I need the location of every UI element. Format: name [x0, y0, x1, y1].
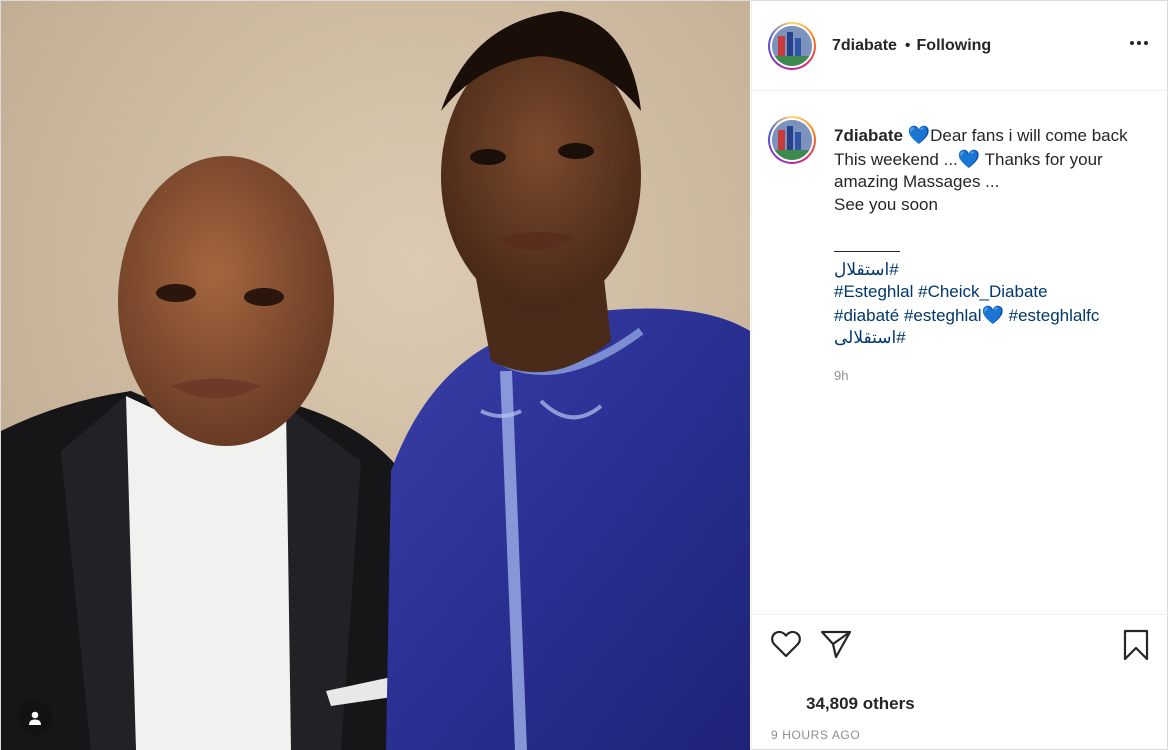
caption-row: 7diabate 💙Dear fans i will come back Thi… [768, 116, 1152, 387]
hashtag-link[interactable]: #Cheick_Diabate [918, 282, 1047, 301]
like-button[interactable] [770, 629, 802, 664]
caption-username[interactable]: 7diabate [834, 126, 903, 145]
share-button[interactable] [820, 629, 852, 664]
caption-line-4: See you soon [834, 194, 938, 214]
post-header: 7diabate • Following [752, 1, 1168, 91]
hashtag-link[interactable]: #استقلال [834, 260, 899, 279]
blue-heart-emoji: 💙 [907, 125, 931, 145]
heart-outline-icon [771, 630, 801, 658]
more-options-icon-dot [1137, 41, 1141, 45]
caption-line-2a: This weekend ... [834, 149, 958, 169]
action-icon-row [752, 615, 1168, 675]
hashtag-link[interactable]: #esteghlalfc [1009, 306, 1100, 325]
hashtag-link[interactable]: #esteghlal [904, 306, 982, 325]
post-photo[interactable] [1, 1, 750, 750]
hashtag-link[interactable]: #استقلالی [834, 328, 906, 347]
following-button[interactable]: Following [917, 37, 992, 55]
post-timestamp[interactable]: 9 hours ago [771, 728, 860, 742]
caption-divider [834, 238, 900, 252]
user-icon [28, 711, 41, 725]
caption-line-3: amazing Massages ... [834, 172, 1000, 191]
post-side-panel: 7diabate • Following 7diabate 💙Dear fans… [751, 1, 1168, 750]
post-image [1, 1, 750, 750]
more-options-button[interactable] [1128, 35, 1150, 51]
more-options-icon-dot [1144, 41, 1148, 45]
post-actions: 34,809 others 9 hours ago [752, 614, 1168, 750]
blue-heart-emoji: 💙 [981, 304, 1004, 325]
caption-line-2b: Thanks for your [980, 149, 1103, 169]
comments-section: 7diabate 💙Dear fans i will come back Thi… [752, 92, 1168, 614]
caption-text: 7diabate 💙Dear fans i will come back Thi… [834, 124, 1134, 387]
avatar-image [772, 120, 812, 160]
caption-avatar[interactable] [768, 116, 816, 164]
hashtag-link[interactable]: #Esteghlal [834, 282, 913, 301]
more-options-icon [1130, 41, 1134, 45]
separator-dot: • [904, 36, 911, 54]
caption-line-1: Dear fans i will come back [930, 126, 1128, 145]
blue-heart-emoji: 💙 [957, 148, 981, 169]
avatar[interactable] [768, 21, 816, 70]
bookmark-icon [1123, 629, 1149, 661]
paper-plane-icon [820, 630, 852, 659]
instagram-post: 7diabate • Following 7diabate 💙Dear fans… [0, 0, 1168, 750]
tagged-users-button[interactable] [17, 700, 52, 735]
likes-count[interactable]: 34,809 others [806, 694, 915, 714]
avatar-image [772, 25, 812, 66]
comment-time[interactable]: 9h [834, 365, 1134, 388]
save-button[interactable] [1122, 629, 1150, 666]
hashtag-link[interactable]: #diabaté [834, 306, 899, 325]
username-link[interactable]: 7diabate [832, 37, 897, 55]
